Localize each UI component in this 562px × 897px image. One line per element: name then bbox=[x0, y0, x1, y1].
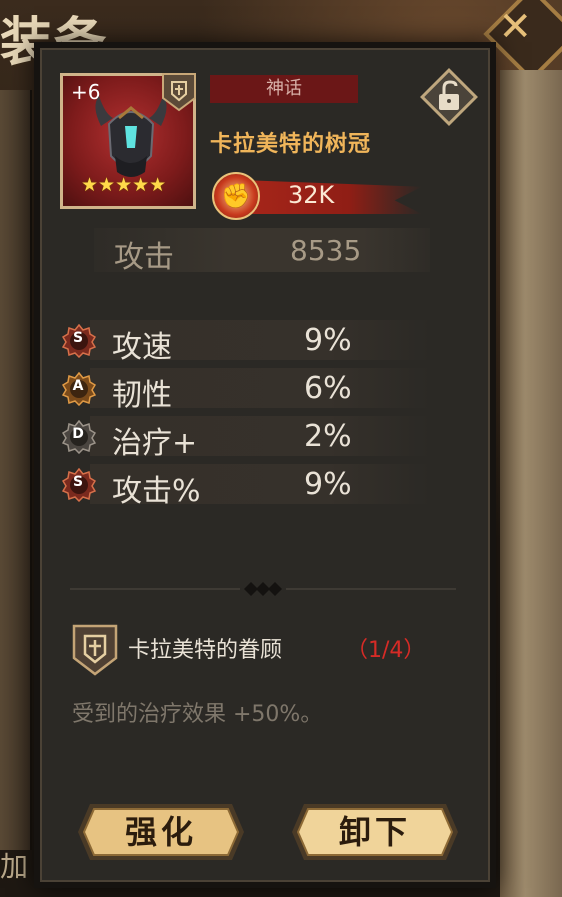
unequip-button-label: 卸下 bbox=[338, 813, 411, 851]
fist-icon: ✊ bbox=[212, 172, 260, 220]
sub-stat-value: 6% bbox=[304, 371, 352, 406]
item-card[interactable]: +6 ★★★★★ bbox=[60, 73, 196, 209]
rarity-label: 神话 bbox=[210, 75, 358, 103]
set-badge-icon bbox=[162, 73, 196, 112]
item-name: 卡拉美特的树冠 bbox=[210, 132, 372, 157]
sub-stat-value: 9% bbox=[304, 467, 352, 502]
item-detail-panel: +6 ★★★★★ 神话 卡拉美特的树冠 ✊ 32K 攻击 8535 S 攻速 9… bbox=[34, 42, 496, 888]
grade-letter: S bbox=[72, 474, 84, 490]
main-stat-row: 攻击 8535 bbox=[94, 228, 430, 275]
set-progress: （1/4） bbox=[346, 638, 426, 663]
sub-stats-list: S 攻速 9% A 韧性 6% D 治疗+ 2% S 攻击% 9% bbox=[60, 316, 444, 509]
grade-letter: A bbox=[72, 378, 84, 394]
enhance-button-label: 强化 bbox=[124, 813, 197, 851]
sub-stat-row: S 攻击% 9% bbox=[60, 460, 444, 509]
sub-stat-value: 2% bbox=[304, 419, 352, 454]
background-right-strip bbox=[500, 70, 562, 897]
grade-letter: S bbox=[72, 330, 84, 346]
set-name: 卡拉美特的眷顾 bbox=[128, 638, 283, 663]
shield-cross-icon bbox=[72, 624, 118, 676]
grade-letter: D bbox=[72, 426, 84, 442]
sub-stat-name: 攻击% bbox=[112, 474, 201, 509]
background-bottom-text: 加 bbox=[0, 850, 29, 883]
sub-stat-name: 治疗+ bbox=[112, 426, 198, 461]
main-stat-value: 8535 bbox=[290, 234, 362, 267]
sub-stat-row: S 攻速 9% bbox=[60, 316, 444, 365]
sub-stat-row: D 治疗+ 2% bbox=[60, 412, 444, 461]
enhance-button[interactable]: 强化 bbox=[76, 800, 246, 864]
set-description: 受到的治疗效果 +50%。 bbox=[72, 702, 323, 727]
background-left-strip bbox=[0, 90, 32, 850]
sub-stat-row: A 韧性 6% bbox=[60, 364, 444, 413]
sub-stat-name: 韧性 bbox=[112, 378, 172, 413]
unequip-button[interactable]: 卸下 bbox=[290, 800, 460, 864]
unlocked-padlock-icon[interactable] bbox=[418, 66, 480, 128]
power-value: 32K bbox=[288, 181, 335, 209]
sub-stat-value: 9% bbox=[304, 323, 352, 358]
section-divider bbox=[70, 582, 456, 596]
sub-stat-name: 攻速 bbox=[112, 330, 172, 365]
star-rating: ★★★★★ bbox=[81, 174, 167, 196]
main-stat-name: 攻击 bbox=[114, 240, 174, 275]
helmet-icon bbox=[95, 96, 167, 177]
x-icon[interactable]: ✕ bbox=[498, 4, 532, 50]
